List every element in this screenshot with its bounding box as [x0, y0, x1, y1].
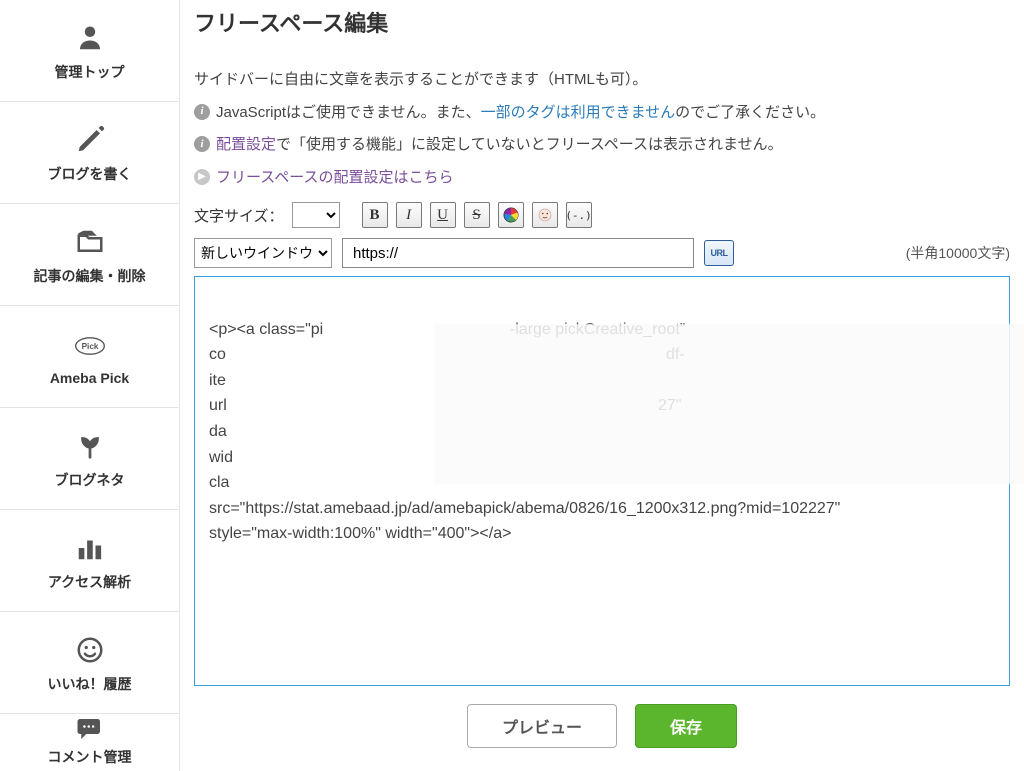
- special-char-button[interactable]: (-.): [566, 202, 592, 228]
- user-icon: [75, 20, 105, 56]
- url-input[interactable]: [342, 238, 694, 268]
- sidebar-item-label: 記事の編集・削除: [34, 266, 146, 286]
- action-buttons: プレビュー 保存: [194, 704, 1010, 748]
- sidebar-item-label: ブログを書く: [48, 164, 132, 184]
- link-unavailable-tags[interactable]: 一部のタグは利用できません: [481, 104, 676, 121]
- sidebar-item-comment-manage[interactable]: コメント管理: [0, 714, 179, 769]
- main-content: フリースペース編集 サイドバーに自由に文章を表示することができます（HTMLも可…: [180, 0, 1024, 771]
- info-icon: i: [194, 136, 210, 152]
- link-toolbar: 新しいウインドウ URL (半角10000文字): [194, 238, 1010, 268]
- strikethrough-button[interactable]: S: [464, 202, 490, 228]
- sidebar-item-label: アクセス解析: [48, 572, 131, 592]
- font-size-select[interactable]: [292, 202, 340, 228]
- comment-icon: [75, 717, 105, 741]
- sidebar: 管理トップ ブログを書く 記事の編集・削除 Pick Ameba Pick ブロ…: [0, 0, 180, 771]
- sidebar-item-ameba-pick[interactable]: Pick Ameba Pick: [0, 306, 179, 408]
- html-editor[interactable]: <p><a class="pi -large pickCreative_root…: [194, 276, 1010, 686]
- emoji-button[interactable]: [532, 202, 558, 228]
- preview-button[interactable]: プレビュー: [467, 704, 617, 748]
- page-title: フリースペース編集: [194, 6, 1010, 38]
- sidebar-item-write-blog[interactable]: ブログを書く: [0, 102, 179, 204]
- link-freespace-placement[interactable]: フリースペースの配置設定はこちら: [216, 164, 453, 193]
- bold-button[interactable]: B: [362, 202, 388, 228]
- link-placement-settings[interactable]: 配置設定: [216, 136, 276, 153]
- text-color-button[interactable]: [498, 202, 524, 228]
- italic-button[interactable]: I: [396, 202, 422, 228]
- desc-line-1: サイドバーに自由に文章を表示することができます（HTMLも可）。: [194, 66, 1010, 95]
- sidebar-item-admin-top[interactable]: 管理トップ: [0, 0, 179, 102]
- arrow-right-icon: ▶: [194, 169, 210, 185]
- sidebar-item-label: コメント管理: [48, 747, 132, 767]
- smile-icon: [75, 632, 105, 668]
- char-count-label: (半角10000文字): [906, 243, 1010, 263]
- sidebar-item-edit-post[interactable]: 記事の編集・削除: [0, 204, 179, 306]
- sidebar-item-label: いいね！履歴: [48, 674, 132, 694]
- pick-icon: Pick: [75, 328, 105, 364]
- svg-text:Pick: Pick: [81, 342, 98, 351]
- sidebar-item-like-history[interactable]: いいね！履歴: [0, 612, 179, 714]
- sidebar-item-analytics[interactable]: アクセス解析: [0, 510, 179, 612]
- seedling-icon: [75, 428, 105, 464]
- toolbar: 文字サイズ： B I U S (-.): [194, 202, 1010, 228]
- folder-icon: [75, 224, 105, 260]
- description-block: サイドバーに自由に文章を表示することができます（HTMLも可）。 i JavaS…: [194, 66, 1010, 192]
- font-size-label: 文字サイズ：: [194, 205, 284, 226]
- insert-url-button[interactable]: URL: [704, 240, 734, 266]
- link-target-select[interactable]: 新しいウインドウ: [194, 238, 332, 268]
- save-button[interactable]: 保存: [635, 704, 737, 748]
- sidebar-item-label: 管理トップ: [55, 62, 125, 82]
- sidebar-item-label: ブログネタ: [55, 470, 125, 490]
- underline-button[interactable]: U: [430, 202, 456, 228]
- info-icon: i: [194, 104, 210, 120]
- sidebar-item-label: Ameba Pick: [50, 370, 129, 386]
- bars-icon: [75, 530, 105, 566]
- sidebar-item-blog-topic[interactable]: ブログネタ: [0, 408, 179, 510]
- pencil-icon: [75, 122, 105, 158]
